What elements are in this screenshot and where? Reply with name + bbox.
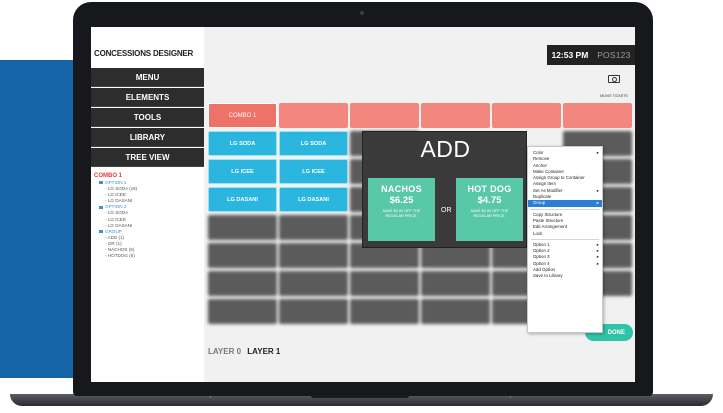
sidebar-library-button[interactable]: LIBRARY — [91, 128, 204, 147]
lg-icee-button[interactable]: LG ICEE — [208, 159, 277, 184]
sidebar-tree-view-button[interactable]: TREE VIEW — [91, 148, 204, 167]
menu-item-label: Group — [533, 200, 546, 206]
lg-icee-button[interactable]: LG ICEE — [279, 159, 348, 184]
menu-divider — [531, 208, 599, 210]
grid-cell[interactable] — [421, 271, 490, 296]
sidebar: CONCESSIONS DESIGNER MENU ELEMENTS TOOLS… — [91, 27, 204, 382]
camera-icon — [360, 11, 364, 15]
option-price: $4.75 — [477, 195, 502, 206]
option-name: NACHOS — [381, 184, 422, 194]
grid-cell[interactable] — [279, 243, 348, 268]
grid-cell[interactable] — [208, 243, 277, 268]
tree-root[interactable]: COMBO 1 — [94, 173, 137, 180]
tree-leaf-label: LG ICEE — [107, 192, 126, 198]
clock-header: 12:53 PM POS123 — [547, 45, 635, 65]
grid-cell[interactable] — [492, 103, 561, 128]
menu-item-label: Option 4 — [533, 260, 550, 266]
combo-1-button[interactable]: COMBO 1 — [208, 103, 277, 128]
grid-cell[interactable] — [279, 215, 348, 240]
layer-1-tab[interactable]: LAYER 1 — [247, 347, 280, 356]
tree-leaf-label: OR (1) — [107, 240, 122, 246]
or-label: OR — [441, 207, 452, 214]
menu-divider — [531, 238, 599, 240]
tree-leaf-label: LG ICEE — [107, 216, 126, 222]
nachos-option-button[interactable]: NACHOS $6.25 SAVE $2.00 OFF THE REGULAR … — [368, 178, 435, 241]
grid-cell[interactable] — [421, 299, 490, 324]
clock-time: 12:53 PM — [551, 50, 589, 60]
lg-soda-button[interactable]: LG SODA — [208, 131, 277, 156]
menu-item-label: Color — [533, 150, 544, 155]
grid-cell[interactable] — [208, 215, 277, 240]
pos-id: POS123 — [597, 50, 631, 60]
grid-cell[interactable] — [279, 271, 348, 296]
sidebar-menu-button[interactable]: MENU — [91, 68, 204, 87]
option-description: SAVE $2.00 OFF THE REGULAR PRICE. — [470, 209, 509, 218]
layer-selector: LAYER 0 LAYER 1 — [208, 347, 280, 356]
menu-item-label: Set As Modifier — [533, 187, 563, 193]
tree-leaf[interactable]: - HOTDOG (6) — [94, 253, 137, 259]
app-title: CONCESSIONS DESIGNER — [94, 49, 194, 58]
menu-item-lock[interactable]: Lock — [528, 231, 602, 237]
lg-dasani-button[interactable]: LG DASANI — [208, 187, 277, 212]
tree-leaf-label: ADD (1) — [107, 234, 125, 240]
grid-cell[interactable] — [279, 299, 348, 324]
design-canvas: 12:53 PM POS123 MOVIE TICKETS COMBO 1 LG… — [204, 27, 635, 382]
hot-dog-option-button[interactable]: HOT DOG $4.75 SAVE $2.00 OFF THE REGULAR… — [456, 178, 523, 241]
tree-leaf-label: HOTDOG (6) — [107, 253, 135, 259]
option-price: $6.25 — [389, 195, 414, 206]
lg-soda-button[interactable]: LG SODA — [279, 131, 348, 156]
grid-cell[interactable] — [208, 299, 277, 324]
option-name: HOT DOG — [467, 184, 512, 194]
grid-cell[interactable] — [563, 103, 632, 128]
sidebar-elements-button[interactable]: ELEMENTS — [91, 88, 204, 107]
grid-cell[interactable] — [350, 103, 419, 128]
sidebar-tools-button[interactable]: TOOLS — [91, 108, 204, 127]
movie-tickets-label: MOVIE TICKETS — [600, 94, 628, 98]
menu-item-label: Option 3 — [533, 254, 550, 260]
app-screen: CONCESSIONS DESIGNER MENU ELEMENTS TOOLS… — [91, 27, 635, 382]
menu-item-save-to-library[interactable]: Save to Library — [528, 273, 602, 279]
grid-cell[interactable] — [208, 271, 277, 296]
lg-dasani-button[interactable]: LG DASANI — [279, 187, 348, 212]
grid-cell[interactable] — [350, 271, 419, 296]
chevron-right-icon: ▸ — [596, 200, 599, 206]
menu-item-label: Option 1 — [533, 241, 550, 247]
tree-leaf-label: LG DASANI — [107, 222, 133, 228]
tree-leaf-label: LG SODA (x6) — [107, 186, 138, 192]
grid-cell[interactable] — [350, 299, 419, 324]
tree-leaf-label: LG SODA — [107, 210, 129, 216]
movie-tickets-button[interactable]: MOVIE TICKETS — [597, 75, 631, 102]
tree-leaf-label: LG DASANI — [107, 198, 133, 204]
context-menu: Color ▸ Remove Anchor Make Container Assi… — [527, 146, 603, 333]
laptop-lid: CONCESSIONS DESIGNER MENU ELEMENTS TOOLS… — [73, 2, 653, 396]
ticket-icon — [608, 75, 620, 83]
layer-0-tab[interactable]: LAYER 0 — [208, 347, 241, 356]
grid-cell[interactable] — [279, 103, 348, 128]
grid-cell[interactable] — [421, 103, 490, 128]
option-description: SAVE $2.00 OFF THE REGULAR PRICE. — [382, 209, 421, 218]
tree-leaf-label: NACHOS (6) — [107, 247, 135, 253]
menu-item-group[interactable]: Group ▸ — [528, 200, 602, 207]
tree-view: COMBO 1 OPTION 1 - LG SODA (x6) - LG ICE… — [94, 173, 137, 259]
menu-item-label: Option 2 — [533, 248, 550, 254]
popup-title: ADD — [420, 136, 471, 162]
add-group-popup: ADD NACHOS $6.25 SAVE $2.00 OFF THE REGU… — [362, 131, 527, 248]
